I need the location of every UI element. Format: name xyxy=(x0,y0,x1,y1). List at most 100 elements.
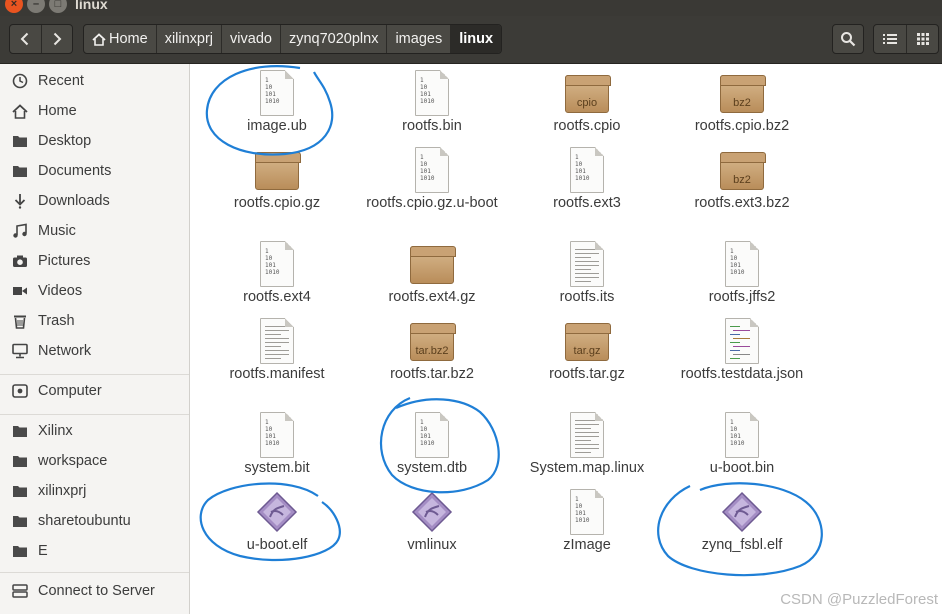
file-item-zimage[interactable]: 1 10 101 1010 zImage xyxy=(507,488,667,554)
breadcrumb-vivado[interactable]: vivado xyxy=(222,25,281,53)
file-item-rootfs-ext4-gz[interactable]: rootfs.ext4.gz xyxy=(352,240,512,306)
sidebar-item-network[interactable]: Network xyxy=(0,337,189,365)
list-view-button[interactable] xyxy=(874,25,906,53)
file-item-rootfs-bin[interactable]: 1 10 101 1010 rootfs.bin xyxy=(352,69,512,135)
back-button[interactable] xyxy=(10,25,41,53)
binary-file-icon: 1 10 101 1010 xyxy=(408,411,456,459)
sidebar-item-label: sharetoubuntu xyxy=(38,513,131,529)
file-name: system.dtb xyxy=(396,460,468,476)
file-item-rootfs-ext3[interactable]: 1 10 101 1010 rootfs.ext3 xyxy=(507,146,667,212)
drive-icon xyxy=(10,384,30,398)
archive-badge: bz2 xyxy=(733,97,751,109)
breadcrumb: Home xilinxprj vivado zynq7020plnx images lin… xyxy=(83,24,503,54)
sidebar-item-label: Desktop xyxy=(38,133,92,149)
executable-icon xyxy=(253,488,301,536)
file-item-rootfs-cpio[interactable]: cpio rootfs.cpio xyxy=(507,69,667,135)
file-name: u-boot.elf xyxy=(246,537,308,553)
breadcrumb-xilinxprj[interactable]: xilinxprj xyxy=(157,25,223,53)
file-item-u-boot-elf[interactable]: u-boot.elf xyxy=(197,488,357,554)
file-item-rootfs-cpio-bz2[interactable]: bz2 rootfs.cpio.bz2 xyxy=(662,69,822,135)
breadcrumb-label: vivado xyxy=(230,31,272,47)
breadcrumb-label: linux xyxy=(459,31,494,47)
file-item-rootfs-tar-gz[interactable]: tar.gz rootfs.tar.gz xyxy=(507,317,667,383)
sidebar-item-downloads[interactable]: Downloads xyxy=(0,187,189,215)
trash-icon xyxy=(10,313,30,329)
file-item-rootfs-ext3-bz2[interactable]: bz2 rootfs.ext3.bz2 xyxy=(662,146,822,212)
sidebar-item-connect-to-server[interactable]: Connect to Server xyxy=(0,577,189,605)
binary-file-icon: 1 10 101 1010 xyxy=(718,240,766,288)
file-name: zImage xyxy=(563,537,611,553)
file-item-vmlinux[interactable]: vmlinux xyxy=(352,488,512,554)
file-item-rootfs-testdata-json[interactable]: rootfs.testdata.json xyxy=(662,317,822,383)
file-item-u-boot-bin[interactable]: 1 10 101 1010 u-boot.bin xyxy=(662,411,822,477)
breadcrumb-zynq7020plnx[interactable]: zynq7020plnx xyxy=(281,25,388,53)
window-close-button[interactable]: × xyxy=(5,0,23,13)
window-minimize-button[interactable]: – xyxy=(27,0,45,13)
sidebar-item-music[interactable]: Music xyxy=(0,217,189,245)
forward-button[interactable] xyxy=(40,25,72,53)
sidebar-item-documents[interactable]: Documents xyxy=(0,157,189,185)
file-item-rootfs-tar-bz2[interactable]: tar.bz2 rootfs.tar.bz2 xyxy=(352,317,512,383)
file-name: u-boot.bin xyxy=(709,460,775,476)
sidebar-item-desktop[interactable]: Desktop xyxy=(0,127,189,155)
file-name: rootfs.cpio.bz2 xyxy=(694,118,790,134)
sidebar-item-xilinx[interactable]: Xilinx xyxy=(0,417,189,445)
search-button[interactable] xyxy=(832,24,864,54)
binary-file-icon: 1 10 101 1010 xyxy=(408,146,456,194)
sidebar-item-xilinxprj[interactable]: xilinxprj xyxy=(0,477,189,505)
sidebar-item-computer[interactable]: Computer xyxy=(0,377,189,405)
file-item-system-map-linux[interactable]: System.map.linux xyxy=(507,411,667,477)
binary-file-icon: 1 10 101 1010 xyxy=(563,488,611,536)
file-item-system-dtb[interactable]: 1 10 101 1010 system.dtb xyxy=(352,411,512,477)
grid-view-button[interactable] xyxy=(906,25,938,53)
file-name: rootfs.cpio.gz xyxy=(233,195,321,211)
binary-file-icon: 1 10 101 1010 xyxy=(253,411,301,459)
sidebar-item-label: Music xyxy=(38,223,76,239)
archive-box-icon xyxy=(253,146,301,194)
sidebar-divider xyxy=(0,572,189,573)
sidebar-item-label: Downloads xyxy=(38,193,110,209)
file-grid: 1 10 101 1010 image.ub 1 10 101 1010 rootfs.bin cp… xyxy=(191,64,942,614)
window-title: linux xyxy=(75,0,108,12)
sidebar-item-label: Videos xyxy=(38,283,83,299)
breadcrumb-home[interactable]: Home xyxy=(84,25,157,53)
file-item-rootfs-cpio-gz-u-boot[interactable]: 1 10 101 1010 rootfs.cpio.gz.u-boot xyxy=(352,146,512,212)
sidebar-item-videos[interactable]: Videos xyxy=(0,277,189,305)
file-item-rootfs-manifest[interactable]: rootfs.manifest xyxy=(197,317,357,383)
sidebar-item-home[interactable]: Home xyxy=(0,97,189,125)
file-item-system-bit[interactable]: 1 10 101 1010 system.bit xyxy=(197,411,357,477)
file-name: rootfs.ext4.gz xyxy=(388,289,476,305)
file-name: rootfs.ext3 xyxy=(553,195,621,211)
window-titlebar: × – □ linux xyxy=(0,0,942,16)
sidebar-item-label: workspace xyxy=(38,453,108,469)
home-icon xyxy=(10,103,30,119)
archive-badge: cpio xyxy=(576,97,598,109)
file-item-rootfs-cpio-gz[interactable]: rootfs.cpio.gz xyxy=(197,146,357,212)
file-item-rootfs-jffs2[interactable]: 1 10 101 1010 rootfs.jffs2 xyxy=(662,240,822,306)
file-name: image.ub xyxy=(247,118,307,134)
binary-file-icon: 1 10 101 1010 xyxy=(408,69,456,117)
sidebar-item-label: Recent xyxy=(38,73,84,89)
sidebar-item-sharetoubuntu[interactable]: sharetoubuntu xyxy=(0,507,189,535)
file-item-rootfs-ext4[interactable]: 1 10 101 1010 rootfs.ext4 xyxy=(197,240,357,306)
network-icon xyxy=(10,343,30,359)
file-item-zynq-fsbl-elf[interactable]: zynq_fsbl.elf xyxy=(662,488,822,554)
file-item-rootfs-its[interactable]: rootfs.its xyxy=(507,240,667,306)
breadcrumb-images[interactable]: images xyxy=(387,25,452,53)
file-item-image-ub[interactable]: 1 10 101 1010 image.ub xyxy=(197,69,357,135)
sidebar-item-recent[interactable]: Recent xyxy=(0,67,189,95)
code-file-icon xyxy=(718,317,766,365)
sidebar-item-trash[interactable]: Trash xyxy=(0,307,189,335)
sidebar: Recent Home Desktop Documents Downloads Music… xyxy=(0,64,190,614)
sidebar-item-label: Home xyxy=(38,103,77,119)
chevron-left-icon xyxy=(21,32,29,46)
file-name: rootfs.jffs2 xyxy=(708,289,776,305)
sidebar-item-e[interactable]: E xyxy=(0,537,189,565)
breadcrumb-linux[interactable]: linux xyxy=(451,25,502,53)
sidebar-item-pictures[interactable]: Pictures xyxy=(0,247,189,275)
window-maximize-button[interactable]: □ xyxy=(49,0,67,13)
view-mode-group xyxy=(873,24,939,54)
sidebar-item-label: Network xyxy=(38,343,92,359)
file-name: system.bit xyxy=(244,460,310,476)
sidebar-item-workspace[interactable]: workspace xyxy=(0,447,189,475)
